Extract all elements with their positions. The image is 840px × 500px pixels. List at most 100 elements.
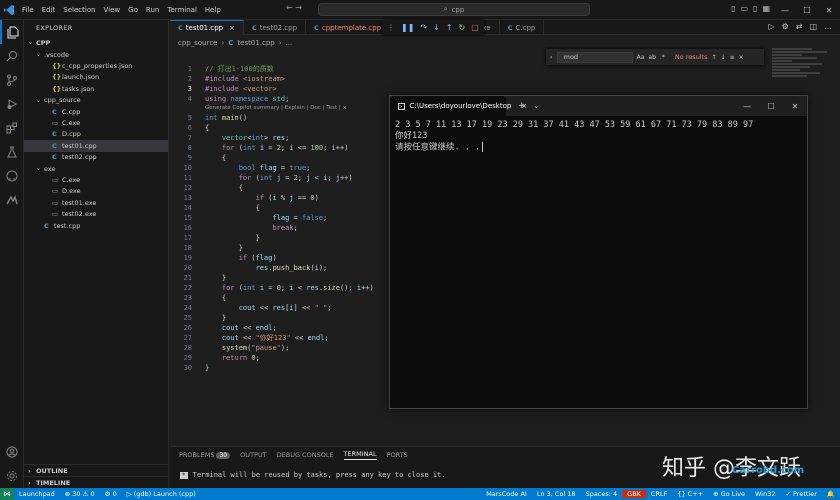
command-center-search[interactable]: ⌕ cpp xyxy=(318,3,590,16)
workspace-root[interactable]: ⌄ CPP xyxy=(24,36,168,49)
tab-ports[interactable]: PORTS xyxy=(387,451,408,459)
maximize-icon[interactable]: ☐ xyxy=(796,0,818,20)
tree-file[interactable]: ▭ test01.exe xyxy=(24,197,168,208)
status-ports[interactable]: ⚙ 0 xyxy=(100,490,122,498)
run-debug-icon[interactable] xyxy=(0,92,24,116)
step-into-icon[interactable]: ↓ xyxy=(433,23,440,32)
tree-file[interactable]: ▭ C.exe xyxy=(24,117,168,128)
search-icon[interactable] xyxy=(0,44,24,68)
pause-icon[interactable]: ❚❚ xyxy=(401,23,414,32)
tab-debug-console[interactable]: DEBUG CONSOLE xyxy=(277,451,334,459)
status-go-live[interactable]: ⊕ Go Live xyxy=(708,490,750,498)
status-indentation[interactable]: Spaces: 4 xyxy=(581,490,623,498)
compare-icon[interactable]: ⇄ xyxy=(796,22,803,31)
match-case-icon[interactable]: Aa xyxy=(637,54,645,61)
menu-selection[interactable]: Selection xyxy=(59,6,99,14)
status-prettier[interactable]: ✓ Prettier xyxy=(780,490,821,498)
more-actions-icon[interactable]: … xyxy=(824,22,832,31)
step-over-icon[interactable]: ↷ xyxy=(420,23,427,32)
remote-indicator-icon[interactable]: ⋈ xyxy=(0,488,14,500)
tree-file[interactable]: {} tasks.json xyxy=(24,83,168,94)
console-output[interactable]: 2 3 5 7 11 13 17 19 23 29 31 37 41 43 47… xyxy=(390,116,807,158)
tab-terminal[interactable]: TERMINAL xyxy=(343,450,377,460)
tab-output[interactable]: OUTPUT xyxy=(240,451,267,459)
tree-file[interactable]: {} c_cpp_properties.json xyxy=(24,60,168,71)
chevron-down-icon[interactable]: ⌄ xyxy=(534,102,540,110)
regex-icon[interactable]: .* xyxy=(660,54,665,61)
source-control-icon[interactable] xyxy=(0,68,24,92)
forward-arrow-icon[interactable]: → xyxy=(295,3,302,12)
status-encoding[interactable]: GBK xyxy=(622,490,646,498)
tab-test02-cpp[interactable]: Ctest02.cpp xyxy=(244,20,307,35)
close-tab-icon[interactable]: × xyxy=(229,24,235,32)
account-icon[interactable] xyxy=(0,440,24,464)
menu-go[interactable]: Go xyxy=(124,6,142,14)
tree-file[interactable]: {} launch.json xyxy=(24,72,168,83)
minimize-icon[interactable]: — xyxy=(735,96,759,116)
breadcrumb-file[interactable]: test01.cpp xyxy=(237,39,274,47)
extensions-icon[interactable] xyxy=(0,116,24,140)
menu-help[interactable]: Help xyxy=(201,6,225,14)
testing-icon[interactable] xyxy=(0,140,24,164)
menu-edit[interactable]: Edit xyxy=(38,6,60,14)
menu-file[interactable]: File xyxy=(18,6,38,14)
tree-folder[interactable]: ⌄ .vscode xyxy=(24,49,168,60)
status-eol[interactable]: CRLF xyxy=(646,490,672,498)
notifications-bell-icon[interactable]: 🔔 xyxy=(822,490,840,498)
arrow-down-icon[interactable]: ↓ xyxy=(721,54,726,61)
status-cursor-position[interactable]: Ln 3, Col 18 xyxy=(532,490,581,498)
explorer-icon[interactable] xyxy=(0,20,24,44)
status-launchpad[interactable]: Launchpad xyxy=(14,490,60,498)
breadcrumb-folder[interactable]: cpp_source xyxy=(178,39,217,47)
tree-file[interactable]: Ctest01.cpp xyxy=(24,140,168,152)
stop-icon[interactable]: ▢ xyxy=(471,23,479,32)
tree-file[interactable]: ▭ D.exe xyxy=(24,186,168,197)
github-icon[interactable] xyxy=(0,164,24,188)
menu-run[interactable]: Run xyxy=(142,6,163,14)
outline-section[interactable]: › OUTLINE xyxy=(24,464,169,476)
minimap[interactable] xyxy=(772,48,832,84)
status-marscode[interactable]: MarsCode AI xyxy=(481,490,532,498)
chevron-right-icon[interactable]: › xyxy=(550,53,553,61)
toggle-secondary-sidebar-icon[interactable]: ▯ xyxy=(753,4,757,13)
arrow-up-icon[interactable]: ↑ xyxy=(712,54,717,61)
tab-problems[interactable]: PROBLEMS 30 xyxy=(179,451,231,459)
find-input[interactable]: mod xyxy=(556,51,633,63)
tree-file[interactable]: ▭ test02.exe xyxy=(24,208,168,219)
maximize-icon[interactable]: ☐ xyxy=(759,96,783,116)
tree-file[interactable]: Ctest02.cpp xyxy=(24,152,168,163)
tree-file[interactable]: C D.cpp xyxy=(24,129,168,140)
minimize-icon[interactable]: — xyxy=(774,0,796,20)
tree-file[interactable]: Ctest.cpp xyxy=(24,220,168,231)
status-platform[interactable]: Win32 xyxy=(750,490,780,498)
close-icon[interactable]: ✕ xyxy=(818,0,840,20)
back-arrow-icon[interactable]: ← xyxy=(286,3,293,12)
status-debug-launch[interactable]: ▷ (gdb) Launch (cpp) xyxy=(122,490,201,498)
whole-word-icon[interactable]: ab xyxy=(648,54,656,61)
toggle-sidebar-icon[interactable]: ▯ xyxy=(731,4,735,13)
status-problems[interactable]: ⊗ 30 ⚠ 0 xyxy=(60,490,100,498)
customize-layout-icon[interactable]: ▦ xyxy=(762,4,770,13)
find-in-selection-icon[interactable]: ≡ xyxy=(730,54,735,61)
tree-file[interactable]: C C.cpp xyxy=(24,106,168,117)
toggle-panel-icon[interactable]: ▭ xyxy=(740,4,748,13)
new-tab-icon[interactable]: + xyxy=(518,101,526,111)
menu-view[interactable]: View xyxy=(100,6,125,14)
close-icon[interactable]: ✕ xyxy=(783,96,807,116)
status-language[interactable]: {} C++ xyxy=(672,490,708,498)
tab-c-cpp[interactable]: C C.cpp xyxy=(500,20,545,35)
tree-file[interactable]: ▭ C.exe xyxy=(24,174,168,185)
run-file-icon[interactable]: ▷ xyxy=(768,22,774,31)
split-editor-icon[interactable]: ◫ xyxy=(809,22,817,31)
marscode-icon[interactable] xyxy=(0,188,24,212)
timeline-section[interactable]: › TIMELINE xyxy=(24,476,169,488)
restart-icon[interactable]: ↻ xyxy=(459,23,466,32)
settings-gear-icon[interactable] xyxy=(0,464,24,488)
settings-icon[interactable]: ⚙ xyxy=(782,22,789,31)
tab-test01-cpp[interactable]: Ctest01.cpp × xyxy=(170,20,244,35)
console-tab[interactable]: >_ C:\Users\doyourlove\Desktop × xyxy=(390,96,527,116)
drag-handle-icon[interactable]: ⋮ xyxy=(387,23,395,32)
breadcrumb-symbol[interactable]: ... xyxy=(286,39,293,47)
tree-folder[interactable]: ⌄ cpp_source xyxy=(24,95,168,106)
menu-terminal[interactable]: Terminal xyxy=(163,6,201,14)
